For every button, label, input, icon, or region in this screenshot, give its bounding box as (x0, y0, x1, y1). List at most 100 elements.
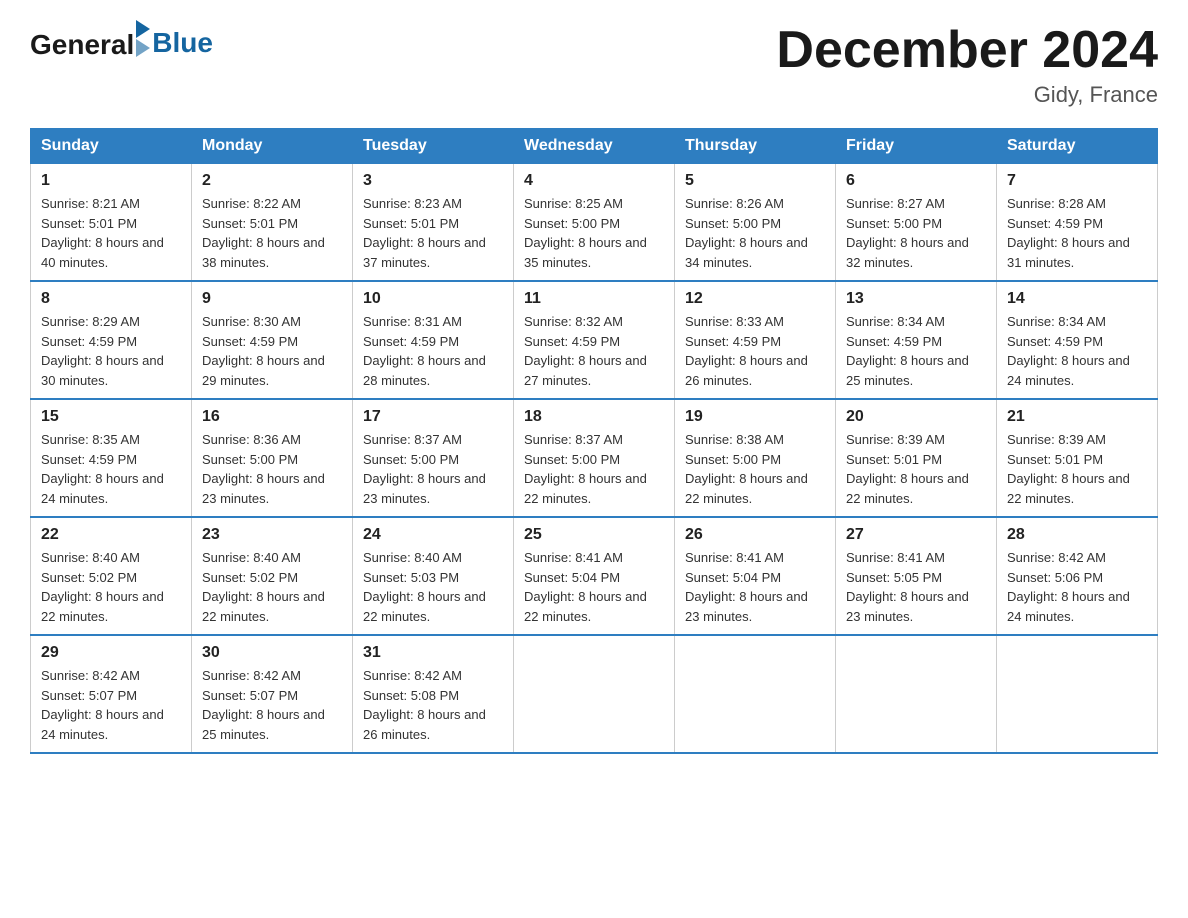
day-number: 22 (41, 526, 181, 544)
day-info: Sunrise: 8:36 AMSunset: 5:00 PMDaylight:… (202, 430, 342, 508)
day-info: Sunrise: 8:40 AMSunset: 5:03 PMDaylight:… (363, 548, 503, 626)
day-info: Sunrise: 8:41 AMSunset: 5:04 PMDaylight:… (524, 548, 664, 626)
day-number: 26 (685, 526, 825, 544)
calendar-day-cell: 25Sunrise: 8:41 AMSunset: 5:04 PMDayligh… (514, 517, 675, 635)
day-info: Sunrise: 8:42 AMSunset: 5:08 PMDaylight:… (363, 666, 503, 744)
day-info: Sunrise: 8:33 AMSunset: 4:59 PMDaylight:… (685, 312, 825, 390)
day-info: Sunrise: 8:37 AMSunset: 5:00 PMDaylight:… (363, 430, 503, 508)
calendar-day-cell: 6Sunrise: 8:27 AMSunset: 5:00 PMDaylight… (836, 164, 997, 282)
day-of-week-header: Monday (192, 129, 353, 164)
calendar-day-cell: 19Sunrise: 8:38 AMSunset: 5:00 PMDayligh… (675, 399, 836, 517)
calendar-day-cell: 14Sunrise: 8:34 AMSunset: 4:59 PMDayligh… (997, 281, 1158, 399)
calendar-day-cell: 8 Sunrise: 8:29 AMSunset: 4:59 PMDaylight… (31, 281, 192, 399)
calendar-day-cell: 1Sunrise: 8:21 AMSunset: 5:01 PMDaylight… (31, 164, 192, 282)
day-number: 8 (41, 290, 181, 308)
calendar-day-cell (836, 635, 997, 753)
day-info: Sunrise: 8:22 AMSunset: 5:01 PMDaylight:… (202, 194, 342, 272)
day-info: Sunrise: 8:29 AMSunset: 4:59 PMDaylight:… (41, 312, 181, 390)
day-number: 12 (685, 290, 825, 308)
day-number: 21 (1007, 408, 1147, 426)
calendar-day-cell: 21Sunrise: 8:39 AMSunset: 5:01 PMDayligh… (997, 399, 1158, 517)
day-number: 5 (685, 172, 825, 190)
day-info: Sunrise: 8:38 AMSunset: 5:00 PMDaylight:… (685, 430, 825, 508)
day-info: Sunrise: 8:40 AMSunset: 5:02 PMDaylight:… (41, 548, 181, 626)
logo-blue-text: Blue (152, 27, 213, 58)
day-number: 14 (1007, 290, 1147, 308)
calendar-day-cell: 4 Sunrise: 8:25 AMSunset: 5:00 PMDaylight… (514, 164, 675, 282)
calendar-day-cell: 18 Sunrise: 8:37 AMSunset: 5:00 PMDayligh… (514, 399, 675, 517)
day-info: Sunrise: 8:23 AMSunset: 5:01 PMDaylight:… (363, 194, 503, 272)
calendar-day-cell: 12 Sunrise: 8:33 AMSunset: 4:59 PMDayligh… (675, 281, 836, 399)
day-info: Sunrise: 8:30 AMSunset: 4:59 PMDaylight:… (202, 312, 342, 390)
calendar-day-cell (514, 635, 675, 753)
day-of-week-header: Saturday (997, 129, 1158, 164)
day-of-week-header: Tuesday (353, 129, 514, 164)
day-info: Sunrise: 8:28 AMSunset: 4:59 PMDaylight:… (1007, 194, 1147, 272)
day-number: 15 (41, 408, 181, 426)
calendar-day-cell: 17 Sunrise: 8:37 AMSunset: 5:00 PMDayligh… (353, 399, 514, 517)
day-number: 16 (202, 408, 342, 426)
day-number: 30 (202, 644, 342, 662)
calendar-day-cell: 16 Sunrise: 8:36 AMSunset: 5:00 PMDayligh… (192, 399, 353, 517)
calendar-day-cell (675, 635, 836, 753)
calendar-day-cell (997, 635, 1158, 753)
day-info: Sunrise: 8:31 AMSunset: 4:59 PMDaylight:… (363, 312, 503, 390)
logo: General Blue (30, 20, 213, 59)
calendar-day-cell: 24 Sunrise: 8:40 AMSunset: 5:03 PMDayligh… (353, 517, 514, 635)
day-number: 20 (846, 408, 986, 426)
day-info: Sunrise: 8:27 AMSunset: 5:00 PMDaylight:… (846, 194, 986, 272)
day-number: 17 (363, 408, 503, 426)
calendar-week-row: 15 Sunrise: 8:35 AMSunset: 4:59 PMDayligh… (31, 399, 1158, 517)
day-number: 4 (524, 172, 664, 190)
calendar-day-cell: 3 Sunrise: 8:23 AMSunset: 5:01 PMDaylight… (353, 164, 514, 282)
calendar-week-row: 8 Sunrise: 8:29 AMSunset: 4:59 PMDaylight… (31, 281, 1158, 399)
day-info: Sunrise: 8:41 AMSunset: 5:04 PMDaylight:… (685, 548, 825, 626)
day-number: 24 (363, 526, 503, 544)
day-of-week-header: Friday (836, 129, 997, 164)
calendar-week-row: 29Sunrise: 8:42 AMSunset: 5:07 PMDayligh… (31, 635, 1158, 753)
calendar-day-cell: 22 Sunrise: 8:40 AMSunset: 5:02 PMDayligh… (31, 517, 192, 635)
page-header: General Blue December 2024 Gidy, France (30, 20, 1158, 108)
day-info: Sunrise: 8:35 AMSunset: 4:59 PMDaylight:… (41, 430, 181, 508)
location-text: Gidy, France (776, 82, 1158, 108)
day-number: 13 (846, 290, 986, 308)
page-title: December 2024 (776, 20, 1158, 80)
day-info: Sunrise: 8:34 AMSunset: 4:59 PMDaylight:… (846, 312, 986, 390)
day-info: Sunrise: 8:21 AMSunset: 5:01 PMDaylight:… (41, 194, 181, 272)
day-info: Sunrise: 8:37 AMSunset: 5:00 PMDaylight:… (524, 430, 664, 508)
calendar-day-cell: 7 Sunrise: 8:28 AMSunset: 4:59 PMDaylight… (997, 164, 1158, 282)
calendar-body: 1Sunrise: 8:21 AMSunset: 5:01 PMDaylight… (31, 164, 1158, 754)
calendar-week-row: 22 Sunrise: 8:40 AMSunset: 5:02 PMDayligh… (31, 517, 1158, 635)
calendar-header: SundayMondayTuesdayWednesdayThursdayFrid… (31, 129, 1158, 164)
day-info: Sunrise: 8:41 AMSunset: 5:05 PMDaylight:… (846, 548, 986, 626)
calendar-day-cell: 31 Sunrise: 8:42 AMSunset: 5:08 PMDayligh… (353, 635, 514, 753)
calendar-day-cell: 26 Sunrise: 8:41 AMSunset: 5:04 PMDayligh… (675, 517, 836, 635)
day-number: 10 (363, 290, 503, 308)
calendar-table: SundayMondayTuesdayWednesdayThursdayFrid… (30, 128, 1158, 754)
day-info: Sunrise: 8:42 AMSunset: 5:07 PMDaylight:… (41, 666, 181, 744)
calendar-day-cell: 20 Sunrise: 8:39 AMSunset: 5:01 PMDayligh… (836, 399, 997, 517)
calendar-day-cell: 30 Sunrise: 8:42 AMSunset: 5:07 PMDayligh… (192, 635, 353, 753)
day-info: Sunrise: 8:39 AMSunset: 5:01 PMDaylight:… (846, 430, 986, 508)
day-number: 3 (363, 172, 503, 190)
day-number: 28 (1007, 526, 1147, 544)
day-info: Sunrise: 8:32 AMSunset: 4:59 PMDaylight:… (524, 312, 664, 390)
day-number: 23 (202, 526, 342, 544)
day-info: Sunrise: 8:26 AMSunset: 5:00 PMDaylight:… (685, 194, 825, 272)
calendar-day-cell: 15 Sunrise: 8:35 AMSunset: 4:59 PMDayligh… (31, 399, 192, 517)
day-info: Sunrise: 8:40 AMSunset: 5:02 PMDaylight:… (202, 548, 342, 626)
day-number: 7 (1007, 172, 1147, 190)
calendar-day-cell: 27Sunrise: 8:41 AMSunset: 5:05 PMDayligh… (836, 517, 997, 635)
day-info: Sunrise: 8:25 AMSunset: 5:00 PMDaylight:… (524, 194, 664, 272)
calendar-day-cell: 9Sunrise: 8:30 AMSunset: 4:59 PMDaylight… (192, 281, 353, 399)
day-number: 18 (524, 408, 664, 426)
day-info: Sunrise: 8:42 AMSunset: 5:07 PMDaylight:… (202, 666, 342, 744)
calendar-day-cell: 28Sunrise: 8:42 AMSunset: 5:06 PMDayligh… (997, 517, 1158, 635)
logo-general-text: General (30, 31, 134, 59)
day-number: 31 (363, 644, 503, 662)
calendar-day-cell: 29Sunrise: 8:42 AMSunset: 5:07 PMDayligh… (31, 635, 192, 753)
day-number: 11 (524, 290, 664, 308)
calendar-day-cell: 23 Sunrise: 8:40 AMSunset: 5:02 PMDayligh… (192, 517, 353, 635)
day-number: 2 (202, 172, 342, 190)
calendar-day-cell: 13 Sunrise: 8:34 AMSunset: 4:59 PMDayligh… (836, 281, 997, 399)
